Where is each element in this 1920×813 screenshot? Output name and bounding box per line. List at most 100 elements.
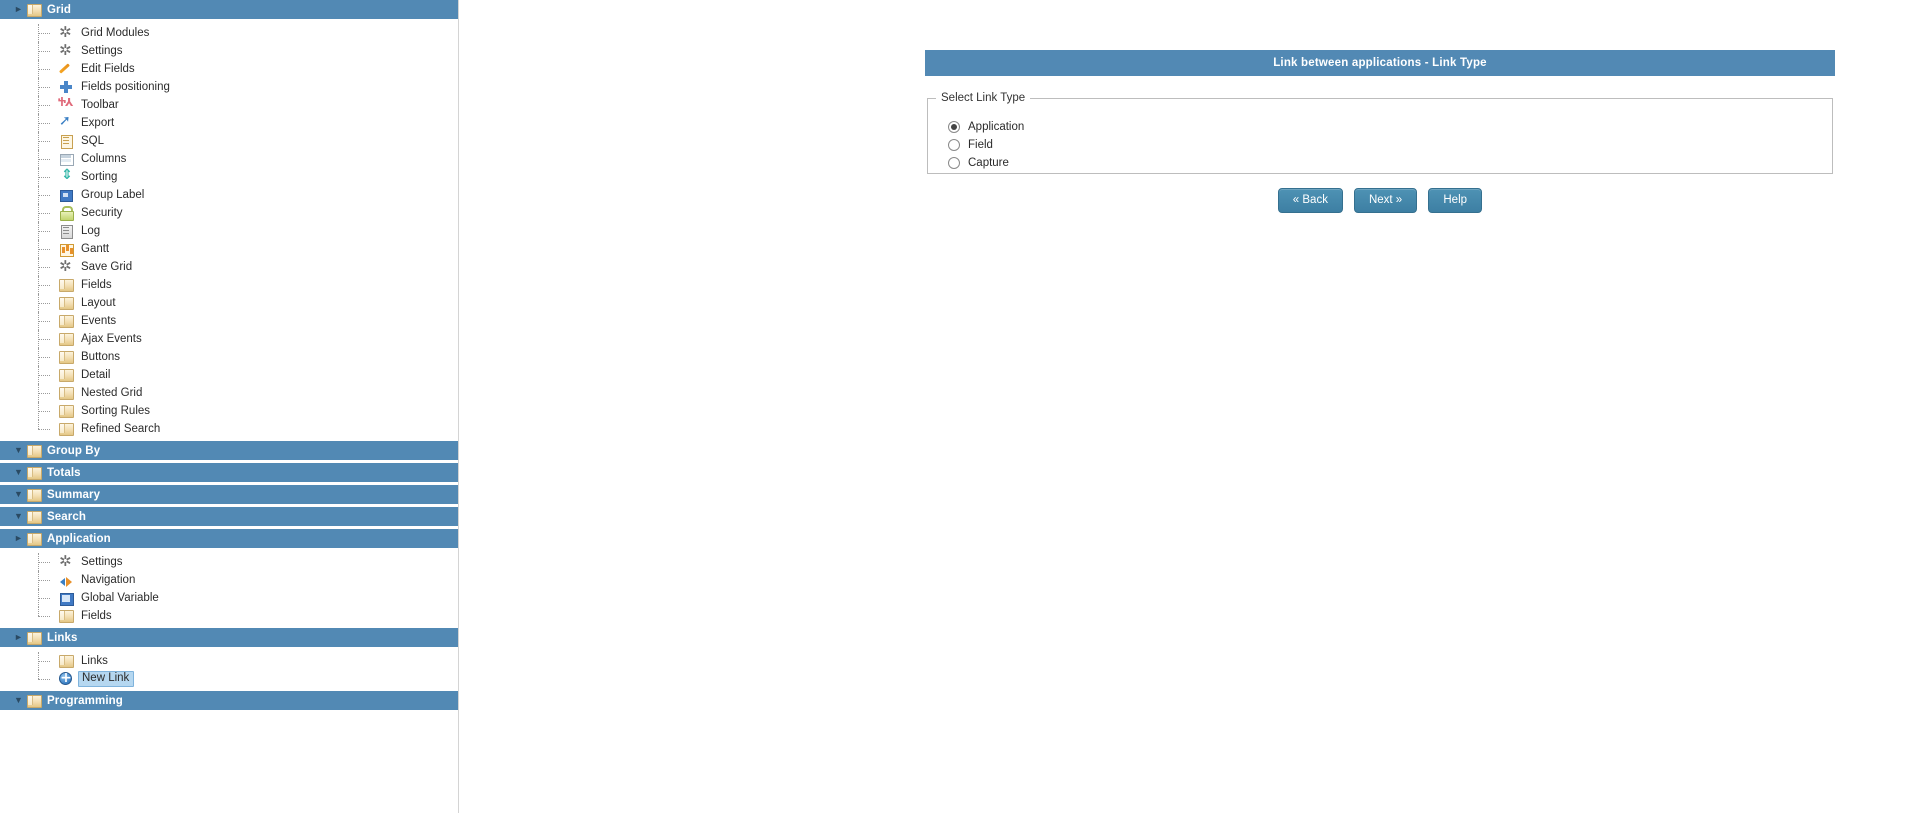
- radio-option-capture[interactable]: Capture: [928, 154, 1832, 172]
- tree-connector: [36, 222, 58, 240]
- sidebar-item-sorting[interactable]: Sorting: [0, 167, 458, 186]
- folder-icon: [26, 444, 42, 458]
- sidebar-group-application[interactable]: ► Application: [0, 529, 458, 549]
- sidebar-group-programming[interactable]: ▼ Programming: [0, 691, 458, 711]
- sidebar-item-events[interactable]: Events: [0, 312, 458, 330]
- radio-button-field[interactable]: [948, 139, 960, 151]
- chevron-down-icon[interactable]: ▼: [14, 446, 26, 455]
- folder-icon: [26, 3, 42, 17]
- sidebar-item-label: Layout: [81, 297, 116, 309]
- folder-icon: [26, 694, 42, 708]
- sidebar-item-grid-modules[interactable]: Grid Modules: [0, 23, 458, 42]
- sidebar-item-nested-grid[interactable]: Nested Grid: [0, 384, 458, 402]
- sidebar-item-label: Log: [81, 225, 101, 237]
- tree-connector: [36, 652, 58, 670]
- sidebar-item-label: Settings: [81, 556, 123, 568]
- sidebar-group-summary[interactable]: ▼ Summary: [0, 485, 458, 505]
- sidebar-item-label: Navigation: [81, 574, 136, 586]
- folder-icon: [26, 631, 42, 645]
- sidebar-item-gantt[interactable]: Gantt: [0, 240, 458, 258]
- sidebar-item-label: Sorting: [81, 171, 118, 183]
- help-button[interactable]: Help: [1428, 188, 1483, 213]
- radio-button-capture[interactable]: [948, 157, 960, 169]
- chevron-right-icon[interactable]: ►: [14, 633, 26, 642]
- sidebar-item-settings[interactable]: Settings: [0, 41, 458, 60]
- tree-connector: [36, 78, 58, 96]
- tree-connector: [36, 240, 58, 258]
- sidebar-item-label: Fields: [81, 610, 112, 622]
- chevron-right-icon[interactable]: ►: [14, 534, 26, 543]
- sidebar-item-global-variable[interactable]: Global Variable: [0, 589, 458, 607]
- folder-icon: [58, 367, 74, 383]
- sidebar-item-ajax-events[interactable]: Ajax Events: [0, 330, 458, 348]
- sidebar-item-label: Links: [81, 655, 108, 667]
- sidebar-item-label: SQL: [81, 135, 105, 147]
- tree-connector: [36, 24, 58, 42]
- sidebar-item-sql[interactable]: SQL: [0, 132, 458, 150]
- sidebar-item-label: Detail: [81, 369, 111, 381]
- sidebar-item-fields[interactable]: Fields: [0, 607, 458, 625]
- chevron-down-icon[interactable]: ▼: [14, 696, 26, 705]
- tree-connector: [36, 589, 58, 607]
- sidebar-group-grid[interactable]: ► Grid: [0, 0, 458, 20]
- sidebar-group-search[interactable]: ▼ Search: [0, 507, 458, 527]
- next-button[interactable]: Next »: [1353, 188, 1418, 213]
- sidebar-item-save-grid[interactable]: Save Grid: [0, 257, 458, 276]
- sidebar-item-settings[interactable]: Settings: [0, 552, 458, 571]
- folder-icon: [26, 532, 42, 546]
- gear-icon: [58, 552, 74, 570]
- sidebar-group-label: Group By: [47, 444, 101, 457]
- sidebar-item-label: Nested Grid: [81, 387, 143, 399]
- folder-icon: [58, 403, 74, 419]
- sidebar-item-refined-search[interactable]: Refined Search: [0, 420, 458, 438]
- sidebar-item-toolbar[interactable]: Toolbar: [0, 96, 458, 114]
- sidebar-group-items: Settings Navigation Global Variable Fields: [0, 551, 458, 628]
- gantt-chart-icon: [58, 241, 74, 257]
- tree-connector: [36, 186, 58, 204]
- sidebar-item-security[interactable]: Security: [0, 204, 458, 222]
- sidebar-item-group-label[interactable]: Group Label: [0, 186, 458, 204]
- sidebar-item-log[interactable]: Log: [0, 222, 458, 240]
- tree-connector: [36, 96, 58, 114]
- chevron-down-icon[interactable]: ▼: [14, 512, 26, 521]
- chevron-right-icon[interactable]: ►: [14, 5, 26, 14]
- sidebar-item-edit-fields[interactable]: Edit Fields: [0, 60, 458, 78]
- sidebar-group-label: Programming: [47, 694, 123, 707]
- lock-icon: [58, 205, 74, 221]
- sidebar-item-buttons[interactable]: Buttons: [0, 348, 458, 366]
- group-label-icon: [58, 187, 74, 203]
- tree-connector: [36, 402, 58, 420]
- folder-icon: [58, 295, 74, 311]
- sidebar-item-export[interactable]: Export: [0, 113, 458, 132]
- tree-connector: [36, 168, 58, 186]
- sidebar-item-fields[interactable]: Fields: [0, 276, 458, 294]
- sidebar-group-label: Summary: [47, 488, 101, 501]
- sidebar-item-navigation[interactable]: Navigation: [0, 571, 458, 589]
- radio-button-application[interactable]: [948, 121, 960, 133]
- sidebar-item-detail[interactable]: Detail: [0, 366, 458, 384]
- tree-connector: [36, 150, 58, 168]
- sidebar-item-new-link[interactable]: New Link: [0, 668, 458, 688]
- tree-connector: [36, 384, 58, 402]
- sorting-icon: [58, 167, 74, 185]
- sidebar-group-group-by[interactable]: ▼ Group By: [0, 441, 458, 461]
- sidebar-item-sorting-rules[interactable]: Sorting Rules: [0, 402, 458, 420]
- main-content-area: Link between applications - Link Type Se…: [460, 0, 1920, 813]
- sidebar-group-label: Grid: [47, 3, 72, 16]
- sidebar-item-label: Export: [81, 117, 115, 129]
- folder-icon: [58, 349, 74, 365]
- sidebar-group-links[interactable]: ► Links: [0, 628, 458, 648]
- sidebar-item-fields-positioning[interactable]: Fields positioning: [0, 78, 458, 96]
- sidebar-item-layout[interactable]: Layout: [0, 294, 458, 312]
- chevron-down-icon[interactable]: ▼: [14, 468, 26, 477]
- sidebar-item-columns[interactable]: Columns: [0, 150, 458, 168]
- sidebar-group-totals[interactable]: ▼ Totals: [0, 463, 458, 483]
- gear-icon: [58, 257, 74, 275]
- radio-option-field[interactable]: Field: [928, 136, 1832, 154]
- chevron-down-icon[interactable]: ▼: [14, 490, 26, 499]
- tree-connector: [36, 60, 58, 78]
- back-button[interactable]: « Back: [1277, 188, 1343, 213]
- radio-option-application[interactable]: Application: [928, 118, 1832, 136]
- panel-title: Link between applications - Link Type: [925, 50, 1835, 76]
- sidebar-item-label: Settings: [81, 45, 123, 57]
